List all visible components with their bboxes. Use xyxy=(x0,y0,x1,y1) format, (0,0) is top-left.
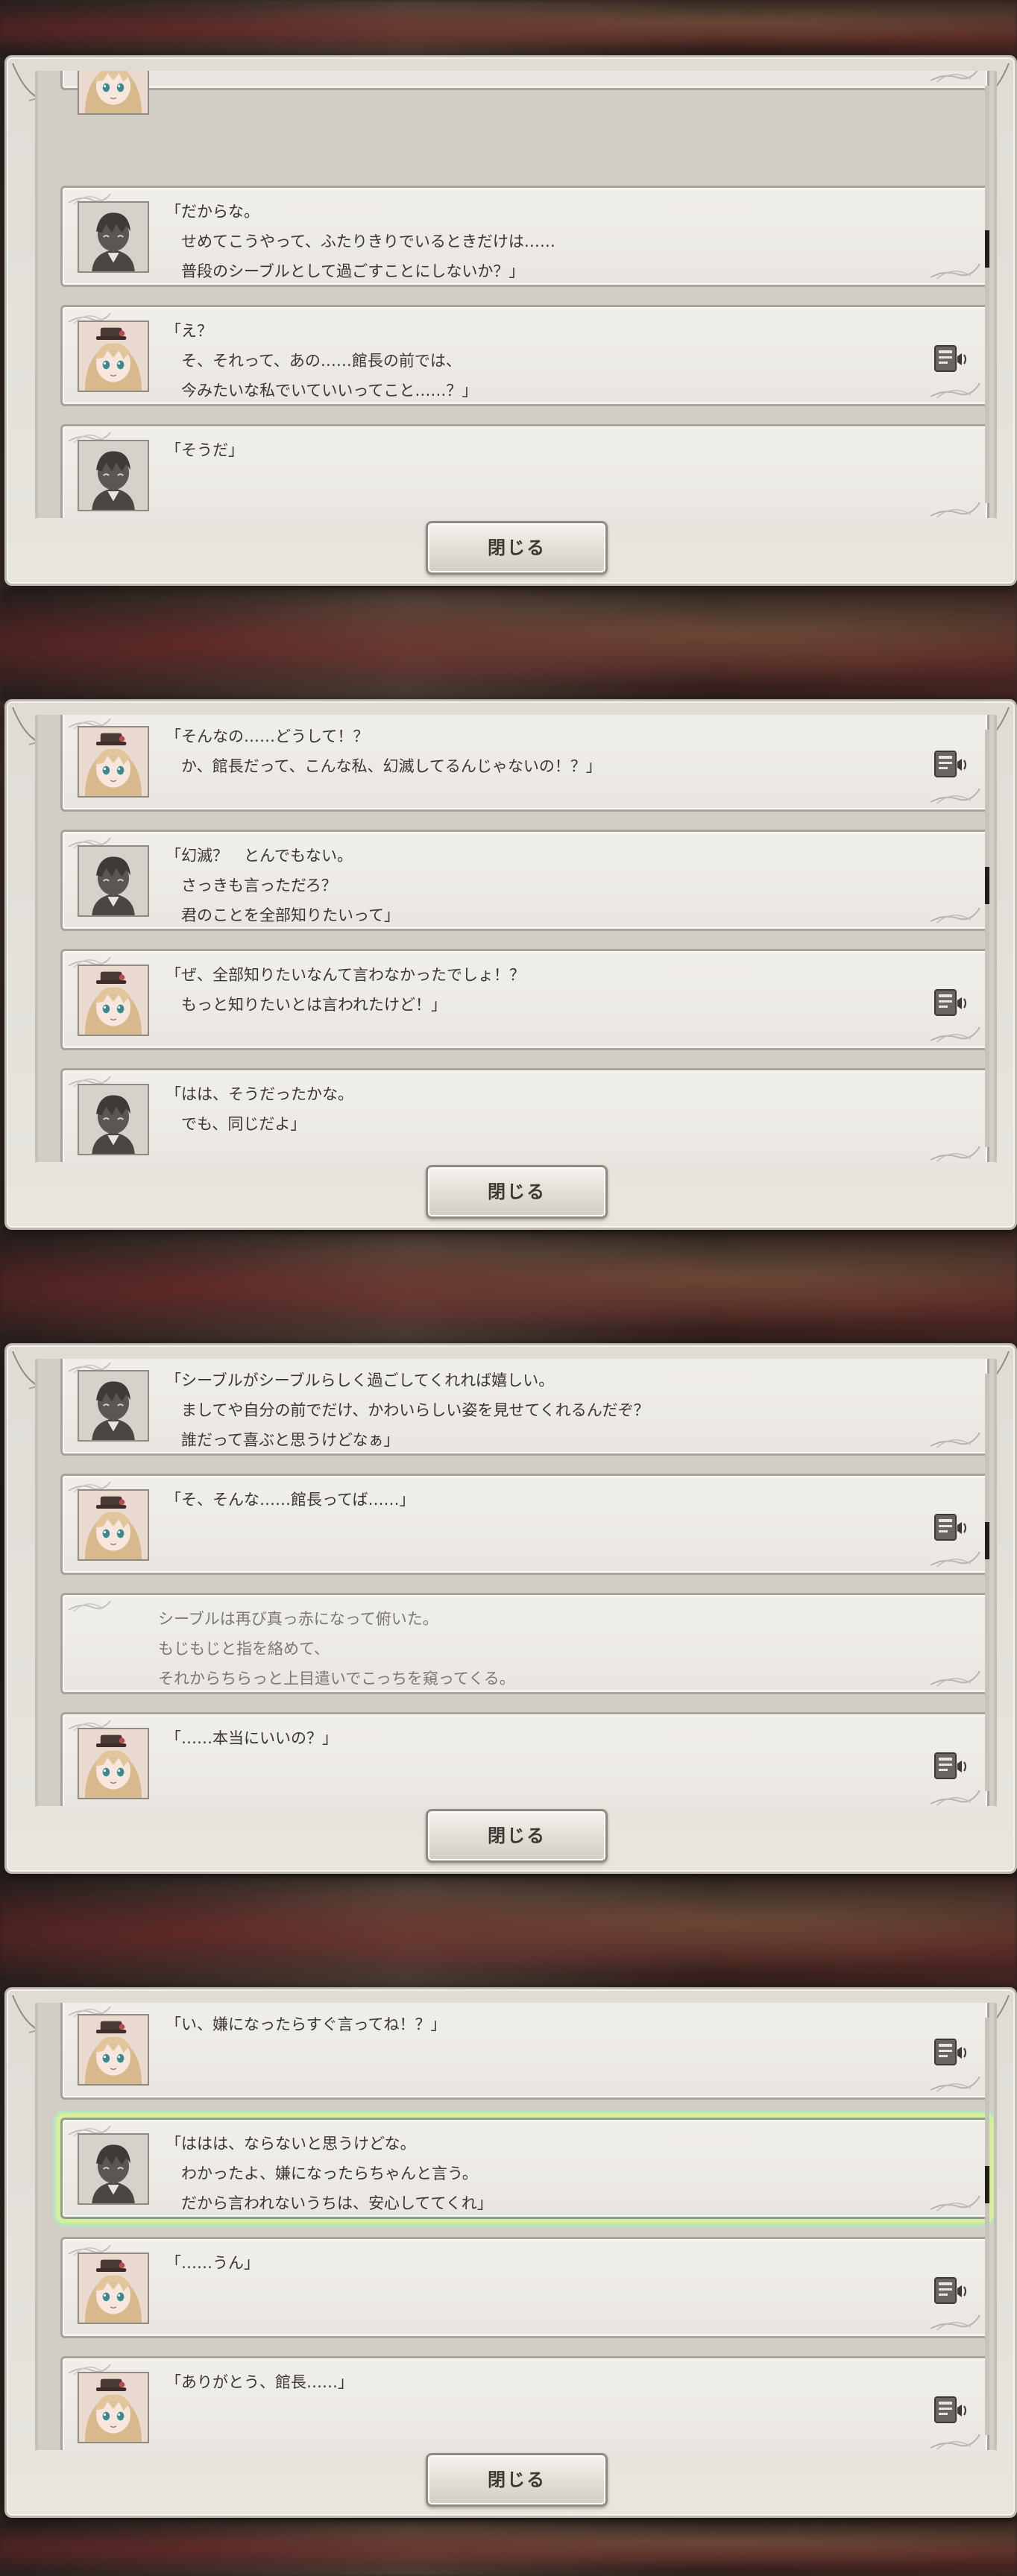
dialogue-text: 「……うん」 xyxy=(166,2254,259,2272)
dialogue-text: 「……本当にいいの？」 xyxy=(166,1729,338,1747)
manager-avatar xyxy=(78,1370,149,1442)
voice-replay-icon[interactable] xyxy=(933,988,968,1018)
log-entry: 「そんなの……どうして！？ か、館長だって、こんな私、幻滅してるんじゃないの！？… xyxy=(60,715,989,812)
scrollbar[interactable] xyxy=(985,1374,989,1791)
entry-ornament xyxy=(929,1024,981,1044)
sieble-avatar xyxy=(78,2253,149,2324)
voice-replay-icon[interactable] xyxy=(933,2276,968,2306)
dialogue-text: 「はは、そうだったかな。 でも、同じだよ」 xyxy=(166,1085,353,1133)
close-button[interactable]: 閉じる xyxy=(426,521,608,575)
background-scene xyxy=(0,1233,1017,1345)
entry-ornament xyxy=(929,71,981,83)
dialogue-text: 「そうだ」 xyxy=(166,441,244,459)
entry-ornament xyxy=(929,1143,981,1162)
entry-ornament xyxy=(929,1430,981,1449)
log-entry: 「だからな。 せめてこうやって、ふたりきりでいるときだけは…… 普段のシーブルと… xyxy=(60,186,989,287)
log-scroll-area[interactable]: 「そんなの……どうして！？ か、館長だって、こんな私、幻滅してるんじゃないの！？… xyxy=(35,715,997,1162)
manager-avatar xyxy=(78,2133,149,2205)
sieble-avatar xyxy=(78,71,149,115)
entry-ornament xyxy=(929,2312,981,2332)
dialogue-text: 「ぜ、全部知りたいなんて言わなかったでしょ！？ もっと知りたいとは言われたけど！… xyxy=(166,966,525,1014)
dialogue-text: 「え？ そ、それって、あの……館長の前では、 今みたいな私でいていいってこと……… xyxy=(166,322,478,400)
entry-ornament xyxy=(929,380,981,400)
log-entry: 「ははは、ならないと思うけどな。 わかったよ、嫌になったらちゃんと言う。 だから… xyxy=(60,2118,989,2219)
log-entry: 「そ、そんな……館長ってば……」 xyxy=(60,1474,989,1575)
entry-ornament xyxy=(929,905,981,924)
log-entry: 「シーブルがシーブルらしく過ごしてくれれば嬉しい。 ましてや自分の前でだけ、かわ… xyxy=(60,1359,989,1456)
dialogue-text: 「い、嫌になったらすぐ言ってね！？」 xyxy=(166,2015,447,2033)
scrollbar[interactable] xyxy=(985,2018,989,2435)
entry-ornament xyxy=(929,2193,981,2212)
dialogue-text: 「だからな。 せめてこうやって、ふたりきりでいるときだけは…… 普段のシーブルと… xyxy=(166,203,555,280)
log-entry: 「……うん」 xyxy=(60,2237,989,2338)
sieble-avatar xyxy=(78,1489,149,1561)
manager-avatar xyxy=(78,845,149,917)
log-entry: 「はは、そうだったかな。 でも、同じだよ」 xyxy=(60,1068,989,1162)
entry-ornament xyxy=(929,2431,981,2450)
entry-ornament xyxy=(929,261,981,280)
close-button[interactable]: 閉じる xyxy=(426,1809,608,1863)
scrollbar[interactable] xyxy=(985,730,989,1147)
voice-replay-icon[interactable] xyxy=(933,2038,968,2068)
voice-replay-icon[interactable] xyxy=(933,2396,968,2425)
log-entry: 「……本当にいいの？」 xyxy=(60,1712,989,1806)
backlog-dialog: 「だからな。 せめてこうやって、ふたりきりでいるときだけは…… 普段のシーブルと… xyxy=(4,55,1017,586)
dialogue-text: 「ありがとう、館長……」 xyxy=(166,2373,353,2391)
log-entry: 「幻滅？ とんでもない。 さっきも言っただろ？ 君のことを全部知りたいって」 xyxy=(60,830,989,931)
entry-ornament xyxy=(929,2074,981,2093)
log-entry: 「い、嫌になったらすぐ言ってね！？」 xyxy=(60,2003,989,2100)
backlog-dialog: 「シーブルがシーブルらしく過ごしてくれれば嬉しい。 ましてや自分の前でだけ、かわ… xyxy=(4,1343,1017,1874)
scroll-thumb[interactable] xyxy=(985,230,989,268)
voice-replay-icon[interactable] xyxy=(933,1752,968,1781)
scroll-thumb[interactable] xyxy=(985,1522,989,1559)
log-scroll-area[interactable]: 「シーブルがシーブルらしく過ごしてくれれば嬉しい。 ましてや自分の前でだけ、かわ… xyxy=(35,1359,997,1806)
backlog-dialog: 「そんなの……どうして！？ か、館長だって、こんな私、幻滅してるんじゃないの！？… xyxy=(4,699,1017,1230)
sieble-avatar xyxy=(78,2014,149,2086)
background-scene xyxy=(0,1877,1017,1989)
sieble-avatar xyxy=(78,726,149,798)
sieble-avatar xyxy=(78,321,149,392)
dialogue-text: 「シーブルがシーブルらしく過ごしてくれれば嬉しい。 ましてや自分の前でだけ、かわ… xyxy=(166,1371,649,1449)
sieble-avatar xyxy=(78,965,149,1036)
log-entry: 「そうだ」 xyxy=(60,424,989,518)
entry-ornament xyxy=(929,499,981,518)
manager-avatar xyxy=(78,201,149,273)
voice-replay-icon[interactable] xyxy=(933,1513,968,1543)
scroll-thumb[interactable] xyxy=(985,867,989,904)
log-entry-partial xyxy=(60,71,989,115)
background-scene xyxy=(0,589,1017,701)
narration-text: シーブルは再び真っ赤になって俯いた。 もじもじと指を絡めて、 それからちらっと上… xyxy=(158,1610,515,1688)
background-scene xyxy=(0,0,1017,57)
backlog-dialog: 「い、嫌になったらすぐ言ってね！？」「ははは、ならないと思うけどな。 わかったよ… xyxy=(4,1987,1017,2518)
narration-entry: シーブルは再び真っ赤になって俯いた。 もじもじと指を絡めて、 それからちらっと上… xyxy=(60,1593,989,1694)
log-entry: 「え？ そ、それって、あの……館長の前では、 今みたいな私でいていいってこと……… xyxy=(60,305,989,406)
log-scroll-area[interactable]: 「だからな。 せめてこうやって、ふたりきりでいるときだけは…… 普段のシーブルと… xyxy=(35,71,997,518)
scrollbar[interactable] xyxy=(985,86,989,503)
entry-ornament xyxy=(67,1598,112,1613)
dialogue-text: 「そ、そんな……館長ってば……」 xyxy=(166,1491,415,1509)
dialogue-text: 「そんなの……どうして！？ か、館長だって、こんな私、幻滅してるんじゃないの！？… xyxy=(166,727,602,775)
sieble-avatar xyxy=(78,1728,149,1799)
entry-ornament xyxy=(929,1787,981,1806)
scroll-thumb[interactable] xyxy=(985,2166,989,2203)
voice-replay-icon[interactable] xyxy=(933,750,968,780)
sieble-avatar xyxy=(78,2372,149,2443)
entry-ornament xyxy=(929,786,981,805)
background-scene xyxy=(0,2521,1017,2576)
close-button[interactable]: 閉じる xyxy=(426,2453,608,2507)
log-entry: 「ぜ、全部知りたいなんて言わなかったでしょ！？ もっと知りたいとは言われたけど！… xyxy=(60,949,989,1050)
dialogue-text: 「幻滅？ とんでもない。 さっきも言っただろ？ 君のことを全部知りたいって」 xyxy=(166,847,400,924)
voice-replay-icon[interactable] xyxy=(933,344,968,374)
dialogue-text: 「ははは、ならないと思うけどな。 わかったよ、嫌になったらちゃんと言う。 だから… xyxy=(166,2135,493,2212)
log-scroll-area[interactable]: 「い、嫌になったらすぐ言ってね！？」「ははは、ならないと思うけどな。 わかったよ… xyxy=(35,2003,997,2450)
entry-ornament xyxy=(929,1549,981,1568)
manager-avatar xyxy=(78,1084,149,1155)
close-button[interactable]: 閉じる xyxy=(426,1165,608,1219)
entry-ornament xyxy=(929,1668,981,1688)
log-entry: 「ありがとう、館長……」 xyxy=(60,2356,989,2450)
manager-avatar xyxy=(78,440,149,511)
